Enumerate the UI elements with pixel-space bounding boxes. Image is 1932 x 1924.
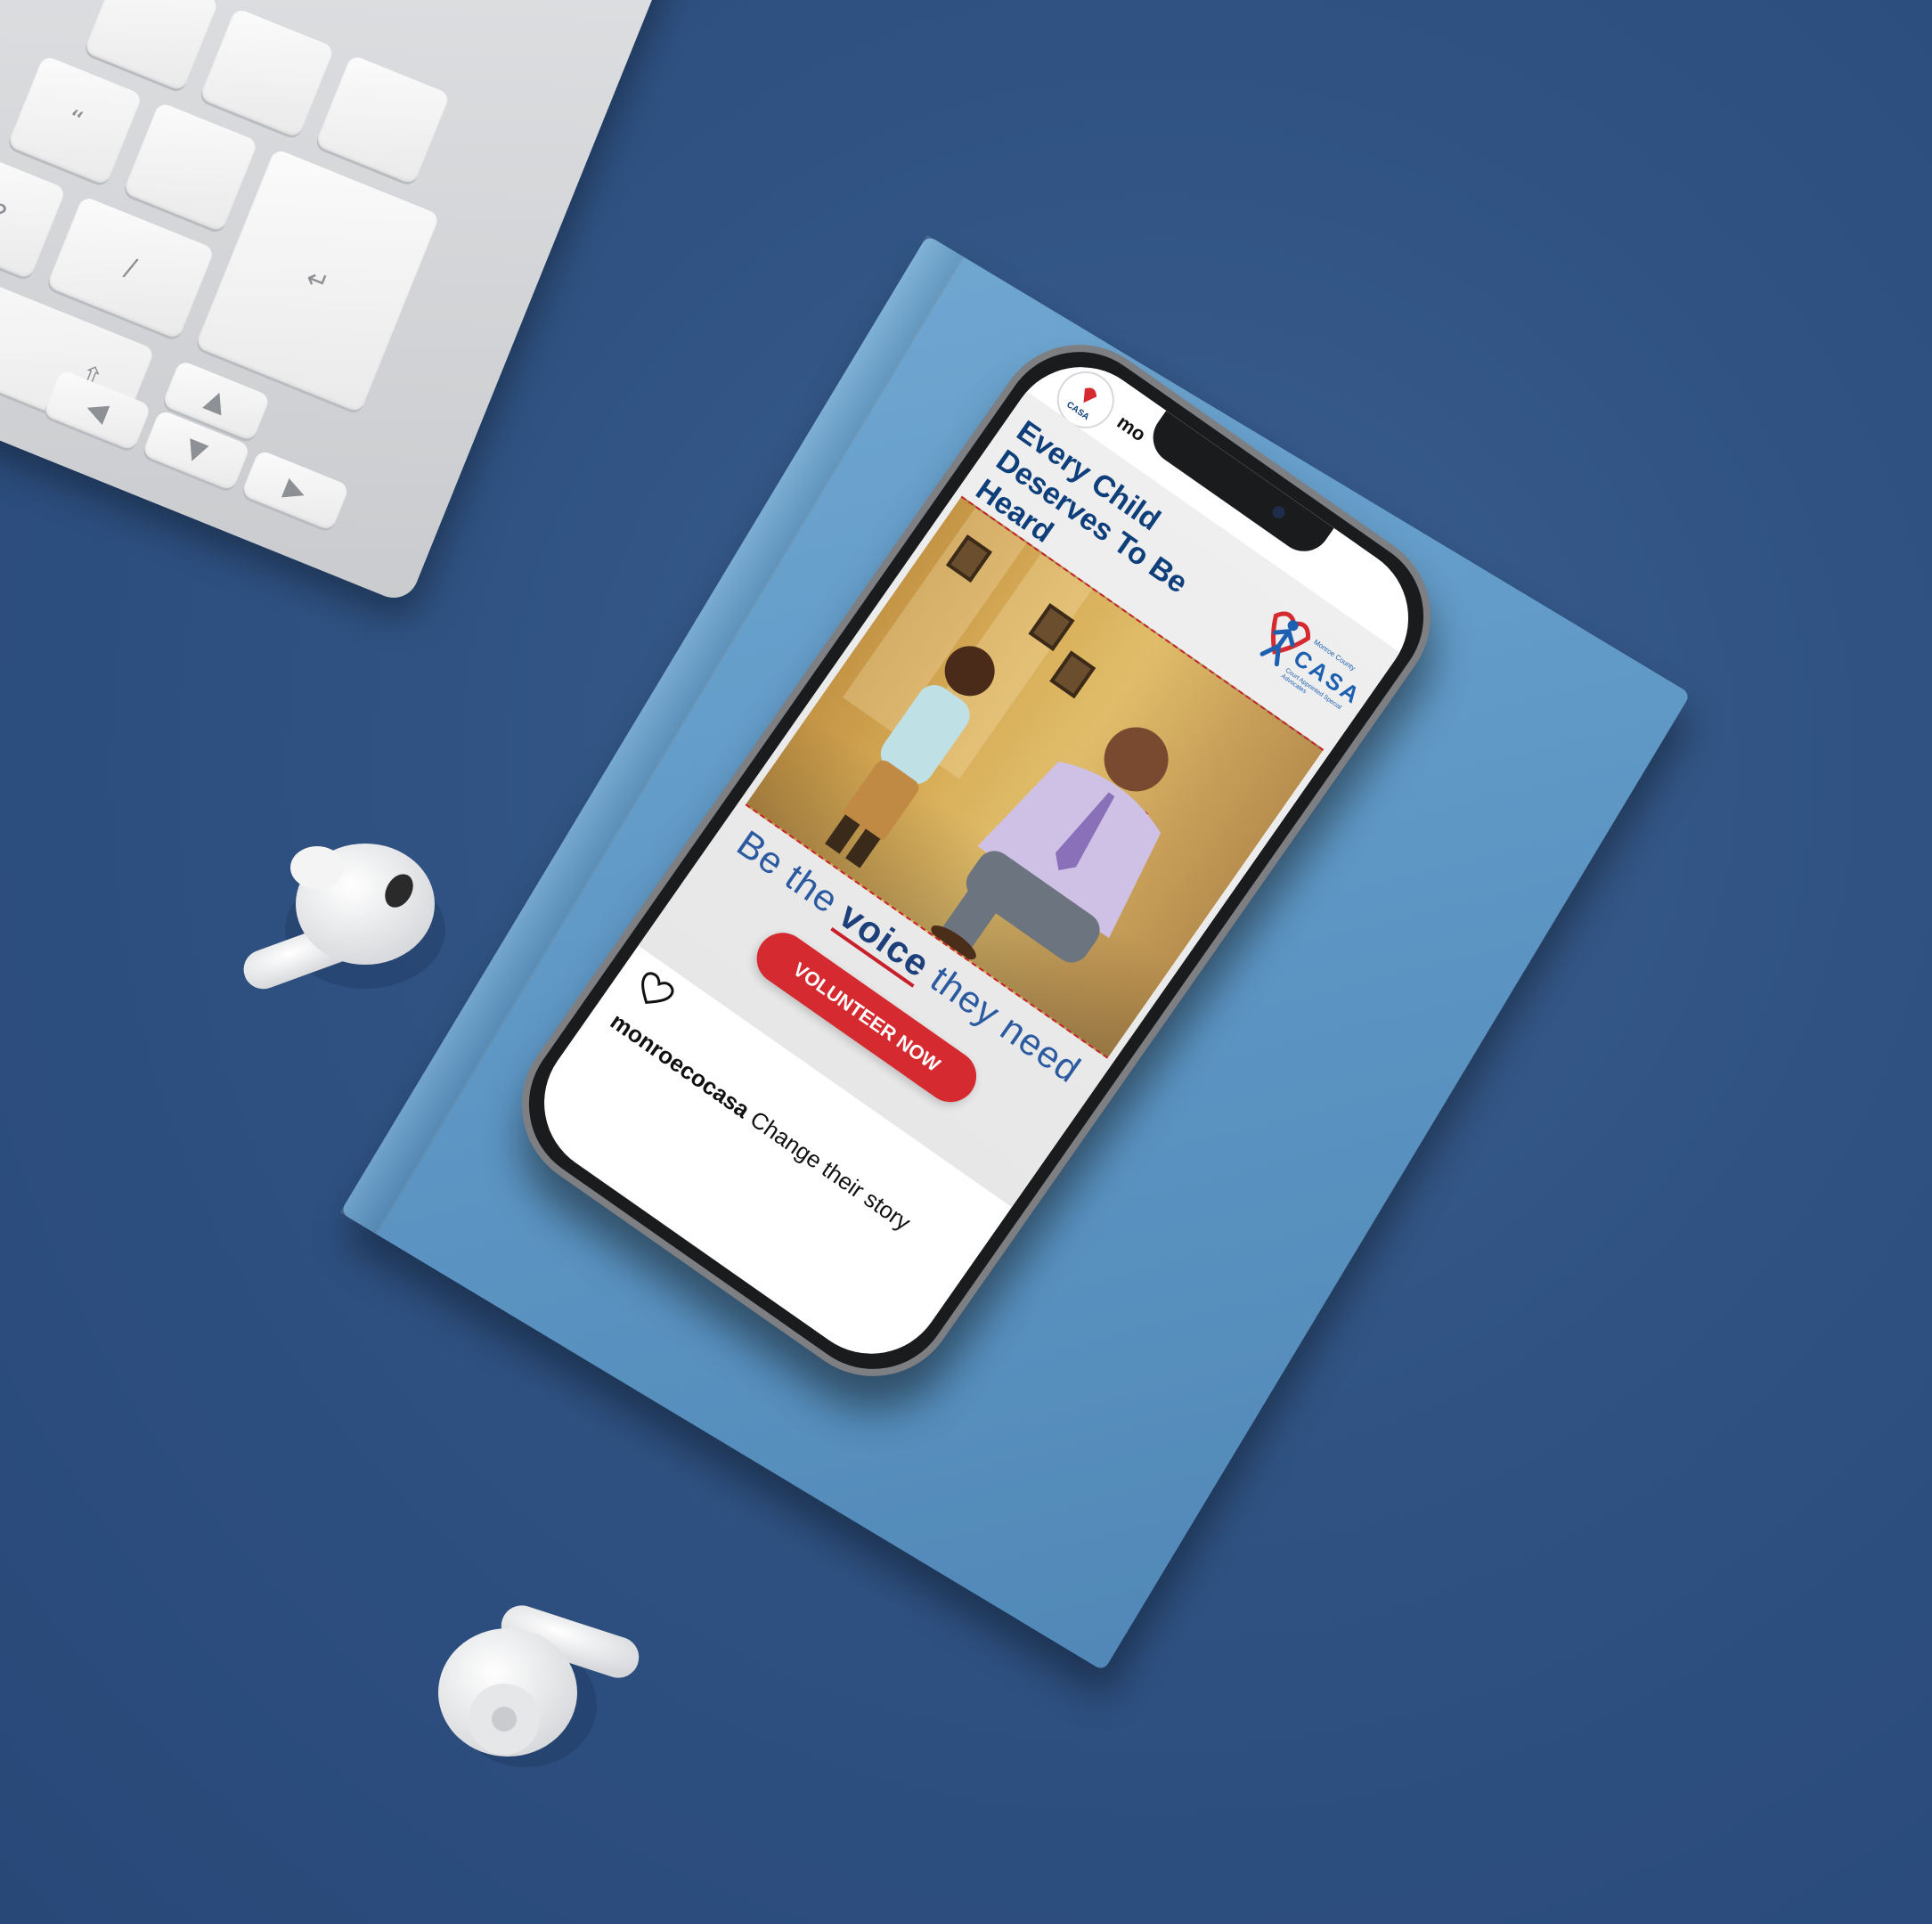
airpod-right [438, 1605, 640, 1767]
caption-text: Change their story [745, 1105, 917, 1236]
photo-scene: “ ↵ ? / ⇧ ▲ ▼ ◀ ▶ CASA mo Every Child De… [0, 0, 1932, 1924]
post-actions [628, 968, 678, 1018]
username-header[interactable]: mo [1113, 411, 1150, 446]
right-arrow-key: ▶ [240, 449, 350, 532]
heart-icon[interactable] [630, 968, 677, 1015]
keyboard-key-quote: “ [6, 54, 143, 186]
front-camera [1269, 503, 1288, 521]
keyboard-key [314, 53, 451, 185]
airpod-left [243, 844, 445, 990]
keyboard: “ ↵ ? / ⇧ ▲ ▼ ◀ ▶ [0, 0, 675, 606]
keyboard-key [83, 0, 220, 92]
caption-username[interactable]: monroecocasa [606, 1007, 755, 1123]
keyboard-key [199, 7, 335, 139]
keyboard-key [122, 101, 259, 232]
